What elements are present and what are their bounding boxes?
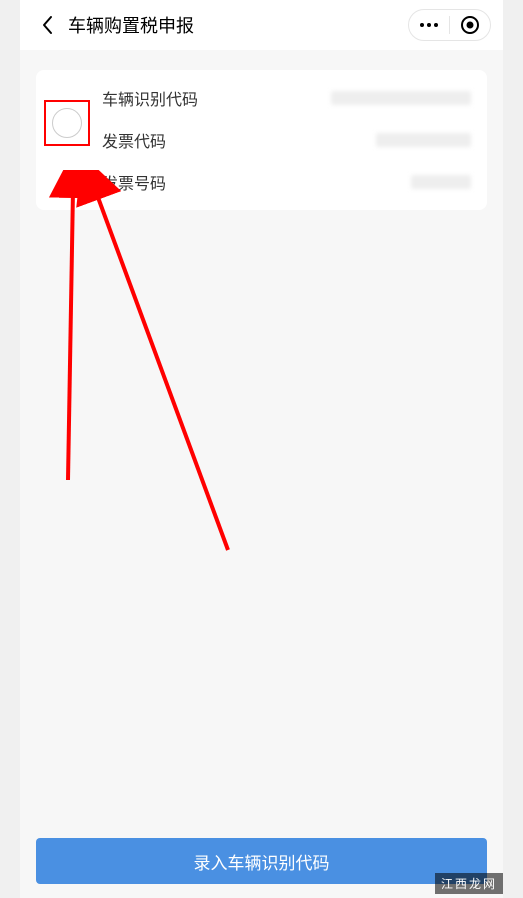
close-button[interactable] xyxy=(450,9,490,41)
content-area: 车辆识别代码 发票代码 发票号码 xyxy=(20,50,503,824)
label-vehicle-id: 车辆识别代码 xyxy=(102,86,198,110)
row-invoice-number: 发票号码 xyxy=(102,170,471,194)
page-title: 车辆购置税申报 xyxy=(68,12,194,38)
enter-vehicle-id-button[interactable]: 录入车辆识别代码 xyxy=(36,838,487,884)
value-vehicle-id xyxy=(331,91,471,105)
annotation-arrows xyxy=(28,170,248,570)
label-invoice-number: 发票号码 xyxy=(102,170,166,194)
label-invoice-code: 发票代码 xyxy=(102,128,166,152)
watermark: 江西龙网 xyxy=(435,873,503,894)
more-icon xyxy=(419,22,439,28)
value-invoice-code xyxy=(376,133,471,147)
capsule-actions xyxy=(408,9,491,41)
row-invoice-code: 发票代码 xyxy=(102,128,471,152)
more-button[interactable] xyxy=(409,9,449,41)
vehicle-card: 车辆识别代码 发票代码 发票号码 xyxy=(36,70,487,210)
row-vehicle-id: 车辆识别代码 xyxy=(102,86,471,110)
back-button[interactable] xyxy=(32,10,62,40)
chevron-left-icon xyxy=(41,15,53,35)
radio-container xyxy=(52,108,82,138)
primary-button-label: 录入车辆识别代码 xyxy=(194,849,330,874)
footer: 录入车辆识别代码 江西龙网 xyxy=(20,824,503,898)
target-icon xyxy=(460,15,480,35)
header: 车辆购置税申报 xyxy=(20,0,503,50)
select-radio[interactable] xyxy=(52,108,82,138)
value-invoice-number xyxy=(411,175,471,189)
info-rows: 车辆识别代码 发票代码 发票号码 xyxy=(102,86,471,194)
